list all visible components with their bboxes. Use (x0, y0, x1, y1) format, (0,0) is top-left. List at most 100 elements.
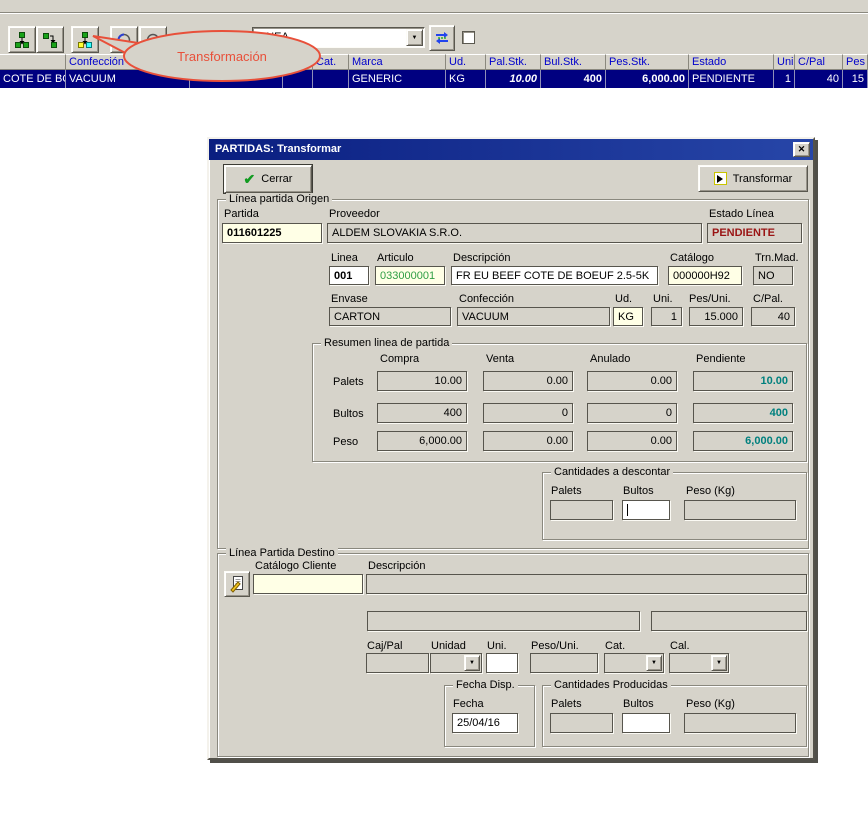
grid-cell-13[interactable]: 15 (843, 70, 868, 88)
resumen-bultos-pendiente: 400 (693, 403, 793, 423)
grid-cell-8[interactable]: 400 (541, 70, 606, 88)
toolbar-divider-highlight (0, 13, 868, 14)
resumen-header-compra: Compra (380, 353, 419, 365)
resumen-palets-venta: 0.00 (483, 371, 573, 391)
fecha-input[interactable]: 25/04/16 (452, 713, 518, 733)
grid-cell-5[interactable]: GENERIC (349, 70, 446, 88)
grid-cell-9[interactable]: 6,000.00 (606, 70, 689, 88)
grid-header-pesstk[interactable]: Pes.Stk. (606, 54, 689, 70)
descontar-group: Cantidades a descontar Palets Bultos Pes… (542, 472, 807, 540)
catalogo-field[interactable]: 000000H92 (668, 266, 742, 285)
descripcion-origen-field[interactable]: FR EU BEEF COTE DE BOEUF 2.5-5K (451, 266, 658, 285)
transformar-button[interactable]: Transformar (698, 165, 808, 192)
pesuni-label: Pes/Uni. (689, 293, 731, 305)
cat-combobox[interactable]: ▼ (604, 653, 664, 673)
fecha-disp-legend: Fecha Disp. (453, 679, 518, 691)
producidas-palets-input[interactable] (550, 713, 613, 733)
dropdown-glyph: ▼ (716, 660, 722, 666)
descripcion-destino-label: Descripción (368, 560, 425, 572)
producidas-peso-label: Peso (Kg) (686, 698, 735, 710)
catalogo-label: Catálogo (670, 252, 714, 264)
resumen-palets-compra: 10.00 (377, 371, 467, 391)
close-glyph: ✕ (798, 144, 806, 154)
chevron-down-icon[interactable]: ▼ (646, 655, 662, 671)
descripcion-origen-label: Descripción (453, 252, 510, 264)
estado-linea-label: Estado Línea (709, 208, 774, 220)
dropdown-glyph: ▼ (412, 35, 418, 41)
producidas-peso-input[interactable] (684, 713, 796, 733)
resumen-header-pendiente: Pendiente (696, 353, 746, 365)
descontar-bultos-input[interactable] (622, 500, 670, 520)
dropdown-glyph: ▼ (469, 660, 475, 666)
close-icon[interactable]: ✕ (793, 142, 810, 157)
producidas-palets-label: Palets (551, 698, 582, 710)
grid-cell-12[interactable]: 40 (795, 70, 843, 88)
chevron-down-icon[interactable]: ▼ (464, 655, 480, 671)
producidas-bultos-input[interactable] (622, 713, 670, 733)
resumen-palets-anulado: 0.00 (587, 371, 677, 391)
resumen-row-label-bultos: Bultos (333, 408, 364, 420)
select-article-button[interactable] (224, 571, 250, 597)
resumen-row-label-palets: Palets (333, 376, 364, 388)
resumen-peso-venta: 0.00 (483, 431, 573, 451)
grid-cell-10[interactable]: PENDIENTE (689, 70, 774, 88)
ud-field[interactable]: KG (613, 307, 643, 326)
fecha-disp-group: Fecha Disp. Fecha 25/04/16 (444, 685, 535, 747)
split-line-button[interactable] (8, 26, 36, 53)
producidas-bultos-label: Bultos (623, 698, 654, 710)
estado-linea-field: PENDIENTE (707, 223, 802, 243)
dialog-titlebar[interactable]: PARTIDAS: Transformar ✕ (209, 139, 813, 160)
chevron-down-icon[interactable]: ▼ (406, 29, 423, 46)
grid-cell-11[interactable]: 1 (774, 70, 795, 88)
grid-header-palstk[interactable]: Pal.Stk. (486, 54, 541, 70)
resumen-group: Resumen linea de partida CompraVentaAnul… (312, 343, 807, 462)
uni-destino-input[interactable] (486, 653, 518, 673)
descontar-bultos-label: Bultos (623, 485, 654, 497)
grid-header-marca[interactable]: Marca (349, 54, 446, 70)
cajpal-input[interactable] (366, 653, 429, 673)
resumen-header-anulado: Anulado (590, 353, 630, 365)
partida-field[interactable]: 011601225 (222, 223, 322, 243)
dialog-title: PARTIDAS: Transformar (215, 143, 341, 155)
resumen-peso-pendiente: 6,000.00 (693, 431, 793, 451)
text-cursor (627, 504, 628, 516)
grid-header-pes[interactable]: Pes (843, 54, 868, 70)
check-icon: ✔ (244, 173, 256, 185)
cal-combobox[interactable]: ▼ (669, 653, 729, 673)
exchange-arrows-button[interactable] (429, 25, 455, 51)
descontar-peso-label: Peso (Kg) (686, 485, 735, 497)
grid-header-uni[interactable]: Uni. (774, 54, 795, 70)
play-icon (714, 172, 727, 185)
descontar-palets-input[interactable] (550, 500, 613, 520)
trnmad-field: NO (753, 266, 793, 285)
resumen-header-venta: Venta (486, 353, 514, 365)
linea-field[interactable]: 001 (329, 266, 369, 285)
descontar-peso-input[interactable] (684, 500, 796, 520)
unidad-combobox[interactable]: ▼ (430, 653, 482, 673)
producidas-group: Cantidades Producidas Palets Bultos Peso… (542, 685, 807, 747)
resumen-legend: Resumen linea de partida (321, 337, 452, 349)
grid-header-estado[interactable]: Estado (689, 54, 774, 70)
proveedor-label: Proveedor (329, 208, 380, 220)
toolbar-checkbox[interactable] (462, 31, 475, 44)
catalogo-cliente-input[interactable] (253, 574, 363, 594)
grid-header-ud[interactable]: Ud. (446, 54, 486, 70)
grid-cell-6[interactable]: KG (446, 70, 486, 88)
tooltip-text: Transformación (177, 49, 267, 64)
cal-label: Cal. (670, 640, 690, 652)
pesuni-field: 15.000 (689, 307, 743, 326)
articulo-field[interactable]: 033000001 (375, 266, 445, 285)
grid-header-bulstk[interactable]: Bul.Stk. (541, 54, 606, 70)
destino-extra-field-1 (367, 611, 640, 631)
cat-label: Cat. (605, 640, 625, 652)
cerrar-button[interactable]: ✔ Cerrar (224, 165, 312, 193)
tooltip-balloon: Transformación (50, 22, 350, 92)
pesouni-input[interactable] (530, 653, 598, 673)
cpal-field: 40 (751, 307, 795, 326)
chevron-down-icon[interactable]: ▼ (711, 655, 727, 671)
catalogo-cliente-label: Catálogo Cliente (255, 560, 336, 572)
grid-header-cpal[interactable]: C/Pal (795, 54, 843, 70)
descontar-palets-label: Palets (551, 485, 582, 497)
grid-cell-7[interactable]: 10.00 (486, 70, 541, 88)
confeccion-field: VACUUM (457, 307, 610, 326)
